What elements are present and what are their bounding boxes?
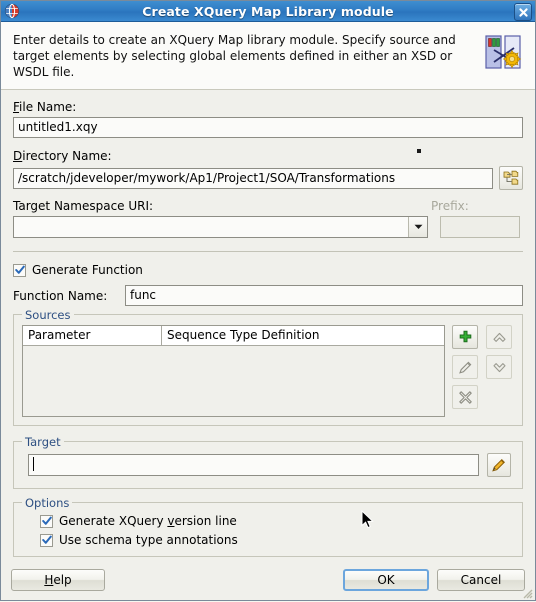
move-up-source-button[interactable] <box>486 325 512 349</box>
option-use-schema-annotations[interactable]: Use schema type annotations <box>40 533 514 547</box>
generate-function-label: Generate Function <box>32 263 143 277</box>
target-namespace-value <box>14 217 408 237</box>
function-name-input[interactable]: func <box>125 285 523 306</box>
target-group: Target <box>13 435 523 489</box>
options-group-title: Options <box>22 496 73 510</box>
edit-source-button[interactable] <box>452 355 478 379</box>
folder-tree-browse-icon[interactable] <box>499 166 523 190</box>
target-row <box>22 453 514 477</box>
delete-source-button[interactable] <box>452 385 478 409</box>
column-header-parameter[interactable]: Parameter <box>23 326 162 345</box>
file-name-input[interactable]: untitled1.xqy <box>13 117 523 138</box>
option-generate-version-line-label: Generate XQuery version line <box>59 514 237 528</box>
directory-name-input[interactable]: /scratch/jdeveloper/mywork/Ap1/Project1/… <box>13 167 493 189</box>
dialog-body: File Name: untitled1.xqy Directory Name:… <box>1 90 535 561</box>
target-input[interactable] <box>28 454 479 476</box>
help-button[interactable]: Help <box>11 569 105 591</box>
chevron-down-icon[interactable] <box>408 217 427 237</box>
prefix-input <box>440 216 520 238</box>
ok-button[interactable]: OK <box>343 569 429 591</box>
column-header-sequence-type[interactable]: Sequence Type Definition <box>162 326 444 345</box>
target-namespace-label: Target Namespace URI: <box>13 199 154 213</box>
edit-target-button[interactable] <box>487 453 511 477</box>
add-source-button[interactable] <box>452 325 478 349</box>
section-divider <box>13 251 523 252</box>
target-namespace-combo[interactable] <box>13 216 428 238</box>
close-icon[interactable] <box>514 3 532 21</box>
text-caret <box>33 457 34 471</box>
sources-group-title: Sources <box>22 308 74 322</box>
move-down-source-button[interactable] <box>486 355 512 379</box>
sources-table[interactable]: Parameter Sequence Type Definition <box>22 325 445 417</box>
dialog-window: Create XQuery Map Library module Enter d… <box>0 0 536 601</box>
function-name-label: Function Name: <box>13 288 108 303</box>
file-name-label: File Name: <box>13 100 77 114</box>
title-bar: Create XQuery Map Library module <box>1 1 535 22</box>
option-use-schema-annotations-label: Use schema type annotations <box>59 533 238 547</box>
generate-function-checkbox[interactable]: Generate Function <box>13 263 523 277</box>
target-group-title: Target <box>22 435 64 449</box>
checkbox-checked-icon <box>40 514 53 528</box>
function-name-row: Function Name: func <box>13 285 523 306</box>
sources-table-header: Parameter Sequence Type Definition <box>23 326 444 346</box>
sources-group: Sources Parameter Sequence Type Definiti… <box>13 308 523 426</box>
directory-name-label: Directory Name: <box>13 149 112 163</box>
cancel-button[interactable]: Cancel <box>437 569 525 591</box>
checkbox-checked-icon <box>40 533 53 547</box>
xquery-map-illustration-icon <box>481 30 525 74</box>
app-globe-icon <box>4 3 20 19</box>
selection-dot <box>417 149 421 153</box>
window-title: Create XQuery Map Library module <box>142 3 394 19</box>
option-generate-version-line[interactable]: Generate XQuery version line <box>40 514 514 528</box>
options-group: Options Generate XQuery version line Use… <box>13 496 523 557</box>
dialog-footer: Help OK Cancel <box>1 561 535 600</box>
dialog-description: Enter details to create an XQuery Map li… <box>13 33 456 79</box>
namespace-field-row <box>13 216 523 238</box>
prefix-label: Prefix: <box>431 199 469 213</box>
resize-grip-icon[interactable] <box>521 587 533 599</box>
namespace-label-row: Target Namespace URI: Prefix: <box>13 199 523 213</box>
checkbox-checked-icon <box>13 263 26 277</box>
sources-table-body[interactable] <box>23 346 444 416</box>
directory-name-row: /scratch/jdeveloper/mywork/Ap1/Project1/… <box>13 166 523 190</box>
dialog-header: Enter details to create an XQuery Map li… <box>1 22 535 90</box>
